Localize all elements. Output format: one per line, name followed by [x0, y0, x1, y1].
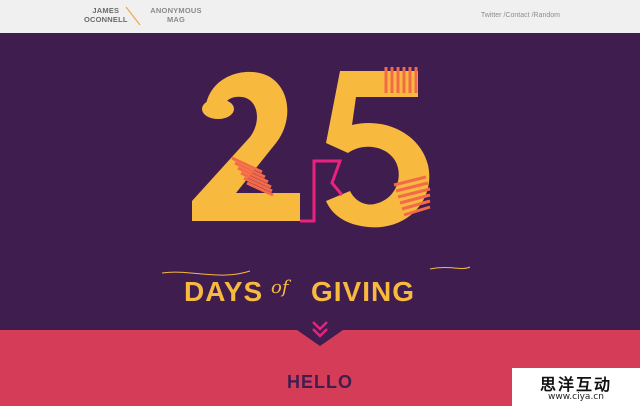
top-nav: Twitter /Contact /Random — [481, 12, 560, 19]
hero-banner: DAYS of GIVING — [0, 33, 640, 330]
brand-anonymous-mag[interactable]: ANONYMOUS MAG — [145, 6, 207, 24]
digit-two-shape — [192, 71, 300, 222]
digit-five-shape — [326, 71, 430, 228]
giving-text: GIVING — [311, 276, 416, 307]
nav-contact[interactable]: /Contact — [504, 12, 530, 19]
top-bar: JAMES OCONNELL ANONYMOUS MAG Twitter /Co… — [0, 0, 640, 33]
nav-twitter[interactable]: Twitter — [481, 12, 502, 19]
brand-line1: JAMES — [92, 6, 120, 15]
watermark-url-text: www.ciya.cn — [548, 392, 604, 402]
brand2-line2: MAG — [166, 15, 186, 24]
brand2-line1: ANONYMOUS — [150, 6, 202, 15]
scroll-down-chevron-icon[interactable] — [297, 320, 343, 346]
of-text: of — [271, 277, 289, 298]
brand-line2: OCONNELL — [84, 15, 128, 24]
days-text: DAYS — [184, 276, 264, 307]
brand-james-oconnell[interactable]: JAMES OCONNELL — [84, 6, 128, 24]
brand-divider-icon — [125, 6, 141, 26]
watermark-badge: 思洋互动 www.ciya.cn — [512, 368, 640, 406]
decor-swirl-line — [161, 266, 471, 276]
nav-random[interactable]: /Random — [532, 12, 560, 19]
